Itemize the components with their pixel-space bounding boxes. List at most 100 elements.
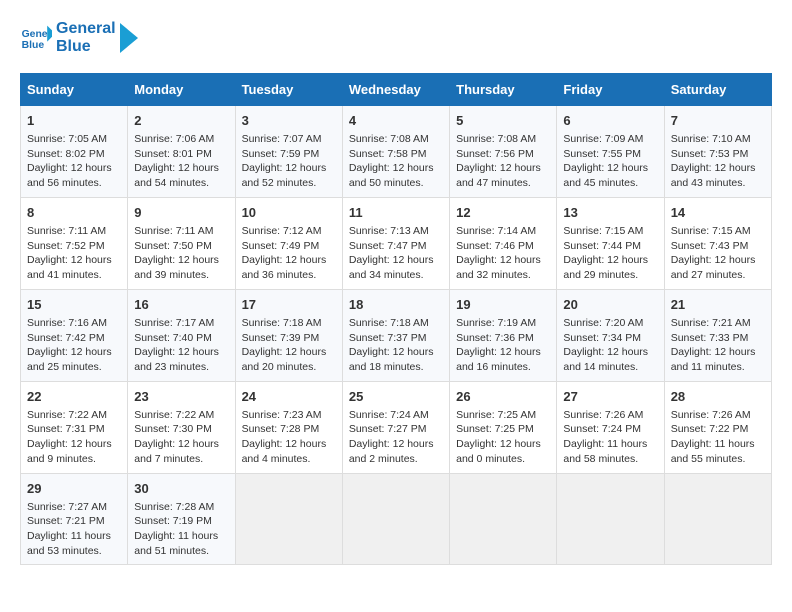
- sunrise-label: Sunrise: 7:19 AM: [456, 317, 536, 329]
- sunrise-label: Sunrise: 7:14 AM: [456, 225, 536, 237]
- day-number: 5: [456, 112, 550, 130]
- calendar-day-cell: 2Sunrise: 7:06 AMSunset: 8:01 PMDaylight…: [128, 105, 235, 197]
- daylight-label: Daylight: 12 hours and 2 minutes.: [349, 438, 434, 465]
- calendar-day-cell: [342, 473, 449, 565]
- sunset-label: Sunset: 8:02 PM: [27, 148, 105, 160]
- sunrise-label: Sunrise: 7:28 AM: [134, 501, 214, 513]
- sunrise-label: Sunrise: 7:26 AM: [671, 409, 751, 421]
- weekday-header: Tuesday: [235, 73, 342, 105]
- daylight-label: Daylight: 12 hours and 9 minutes.: [27, 438, 112, 465]
- daylight-label: Daylight: 12 hours and 16 minutes.: [456, 346, 541, 373]
- calendar-day-cell: 8Sunrise: 7:11 AMSunset: 7:52 PMDaylight…: [21, 197, 128, 289]
- calendar-day-cell: 11Sunrise: 7:13 AMSunset: 7:47 PMDayligh…: [342, 197, 449, 289]
- calendar-day-cell: 4Sunrise: 7:08 AMSunset: 7:58 PMDaylight…: [342, 105, 449, 197]
- daylight-label: Daylight: 11 hours and 58 minutes.: [563, 438, 647, 465]
- calendar-day-cell: 20Sunrise: 7:20 AMSunset: 7:34 PMDayligh…: [557, 289, 664, 381]
- day-number: 11: [349, 204, 443, 222]
- daylight-label: Daylight: 12 hours and 14 minutes.: [563, 346, 648, 373]
- day-number: 9: [134, 204, 228, 222]
- sunset-label: Sunset: 7:40 PM: [134, 332, 212, 344]
- day-number: 27: [563, 388, 657, 406]
- logo-arrow-icon: [120, 23, 138, 53]
- sunset-label: Sunset: 7:50 PM: [134, 240, 212, 252]
- calendar-day-cell: 17Sunrise: 7:18 AMSunset: 7:39 PMDayligh…: [235, 289, 342, 381]
- sunrise-label: Sunrise: 7:27 AM: [27, 501, 107, 513]
- day-number: 14: [671, 204, 765, 222]
- sunrise-label: Sunrise: 7:16 AM: [27, 317, 107, 329]
- sunset-label: Sunset: 7:43 PM: [671, 240, 749, 252]
- calendar-day-cell: 9 Sunrise: 7:11 AM Sunset: 7:50 PM Daylight…: [128, 197, 235, 289]
- sunrise-label: Sunrise: 7:11 AM: [134, 225, 213, 237]
- sunset-label: Sunset: 7:49 PM: [242, 240, 320, 252]
- calendar-day-cell: 13Sunrise: 7:15 AMSunset: 7:44 PMDayligh…: [557, 197, 664, 289]
- day-number: 21: [671, 296, 765, 314]
- sunset-label: Sunset: 7:30 PM: [134, 423, 212, 435]
- day-number: 19: [456, 296, 550, 314]
- day-number: 10: [242, 204, 336, 222]
- daylight-label: Daylight: 12 hours and 41 minutes.: [27, 254, 112, 281]
- calendar-day-cell: 3Sunrise: 7:07 AMSunset: 7:59 PMDaylight…: [235, 105, 342, 197]
- sunset-label: Sunset: 7:19 PM: [134, 515, 212, 527]
- sunset-label: Sunset: 7:24 PM: [563, 423, 641, 435]
- calendar-day-cell: 30Sunrise: 7:28 AMSunset: 7:19 PMDayligh…: [128, 473, 235, 565]
- calendar-day-cell: 22Sunrise: 7:22 AMSunset: 7:31 PMDayligh…: [21, 381, 128, 473]
- sunset-label: Sunset: 7:42 PM: [27, 332, 105, 344]
- day-number: 8: [27, 204, 121, 222]
- calendar-table: SundayMondayTuesdayWednesdayThursdayFrid…: [20, 73, 772, 566]
- daylight-label: Daylight: 12 hours and 52 minutes.: [242, 162, 327, 189]
- sunrise-label: Sunrise: 7:22 AM: [134, 409, 214, 421]
- day-number: 15: [27, 296, 121, 314]
- logo: General Blue General Blue: [20, 20, 138, 57]
- day-number: 26: [456, 388, 550, 406]
- sunset-label: Sunset: 7:22 PM: [671, 423, 749, 435]
- sunrise-label: Sunrise: 7:20 AM: [563, 317, 643, 329]
- sunrise-label: Sunrise: 7:08 AM: [349, 133, 429, 145]
- sunset-label: Sunset: 7:25 PM: [456, 423, 534, 435]
- calendar-week-row: 8 Sunrise: 7:11 AM Sunset: 7:52 PM Daylight…: [21, 197, 772, 289]
- daylight-label: Daylight: 12 hours and 0 minutes.: [456, 438, 541, 465]
- sunrise-label: Sunrise: 7:12 AM: [242, 225, 322, 237]
- day-number: 25: [349, 388, 443, 406]
- daylight-label: Daylight: 11 hours and 55 minutes.: [671, 438, 755, 465]
- sunset-label: Sunset: 7:33 PM: [671, 332, 749, 344]
- sunrise-label: Sunrise: 7:08 AM: [456, 133, 536, 145]
- daylight-label: Daylight: 12 hours and 36 minutes.: [242, 254, 327, 281]
- daylight-label: Daylight: 12 hours and 43 minutes.: [671, 162, 756, 189]
- day-number: 23: [134, 388, 228, 406]
- sunset-label: Sunset: 7:27 PM: [349, 423, 427, 435]
- sunset-label: Sunset: 7:36 PM: [456, 332, 534, 344]
- sunset-label: Sunset: 7:46 PM: [456, 240, 534, 252]
- logo-line1: General: [56, 20, 116, 38]
- calendar-week-row: 1Sunrise: 7:05 AMSunset: 8:02 PMDaylight…: [21, 105, 772, 197]
- weekday-header: Friday: [557, 73, 664, 105]
- calendar-day-cell: 21Sunrise: 7:21 AMSunset: 7:33 PMDayligh…: [664, 289, 771, 381]
- sunset-label: Sunset: 7:39 PM: [242, 332, 320, 344]
- weekday-header: Thursday: [450, 73, 557, 105]
- calendar-day-cell: 6Sunrise: 7:09 AMSunset: 7:55 PMDaylight…: [557, 105, 664, 197]
- sunrise-label: Sunrise: 7:07 AM: [242, 133, 322, 145]
- daylight-label: Daylight: 12 hours and 32 minutes.: [456, 254, 541, 281]
- sunset-label: Sunset: 7:28 PM: [242, 423, 320, 435]
- daylight-label: Daylight: 12 hours and 39 minutes.: [134, 254, 219, 281]
- day-number: 7: [671, 112, 765, 130]
- calendar-day-cell: 12Sunrise: 7:14 AMSunset: 7:46 PMDayligh…: [450, 197, 557, 289]
- calendar-day-cell: 27Sunrise: 7:26 AMSunset: 7:24 PMDayligh…: [557, 381, 664, 473]
- weekday-header: Sunday: [21, 73, 128, 105]
- sunrise-label: Sunrise: 7:10 AM: [671, 133, 751, 145]
- sunrise-label: Sunrise: 7:13 AM: [349, 225, 429, 237]
- day-number: 13: [563, 204, 657, 222]
- sunrise-label: Sunrise: 7:23 AM: [242, 409, 322, 421]
- day-number: 16: [134, 296, 228, 314]
- sunrise-label: Sunrise: 7:05 AM: [27, 133, 107, 145]
- calendar-day-cell: 24Sunrise: 7:23 AMSunset: 7:28 PMDayligh…: [235, 381, 342, 473]
- calendar-day-cell: 19 Sunrise: 7:19 AM Sunset: 7:36 PM Dayligh…: [450, 289, 557, 381]
- weekday-header: Monday: [128, 73, 235, 105]
- daylight-label: Daylight: 12 hours and 27 minutes.: [671, 254, 756, 281]
- sunset-label: Sunset: 8:01 PM: [134, 148, 212, 160]
- day-number: 3: [242, 112, 336, 130]
- day-number: 2: [134, 112, 228, 130]
- daylight-label: Daylight: 12 hours and 7 minutes.: [134, 438, 219, 465]
- sunset-label: Sunset: 7:31 PM: [27, 423, 105, 435]
- sunset-label: Sunset: 7:52 PM: [27, 240, 105, 252]
- day-number: 28: [671, 388, 765, 406]
